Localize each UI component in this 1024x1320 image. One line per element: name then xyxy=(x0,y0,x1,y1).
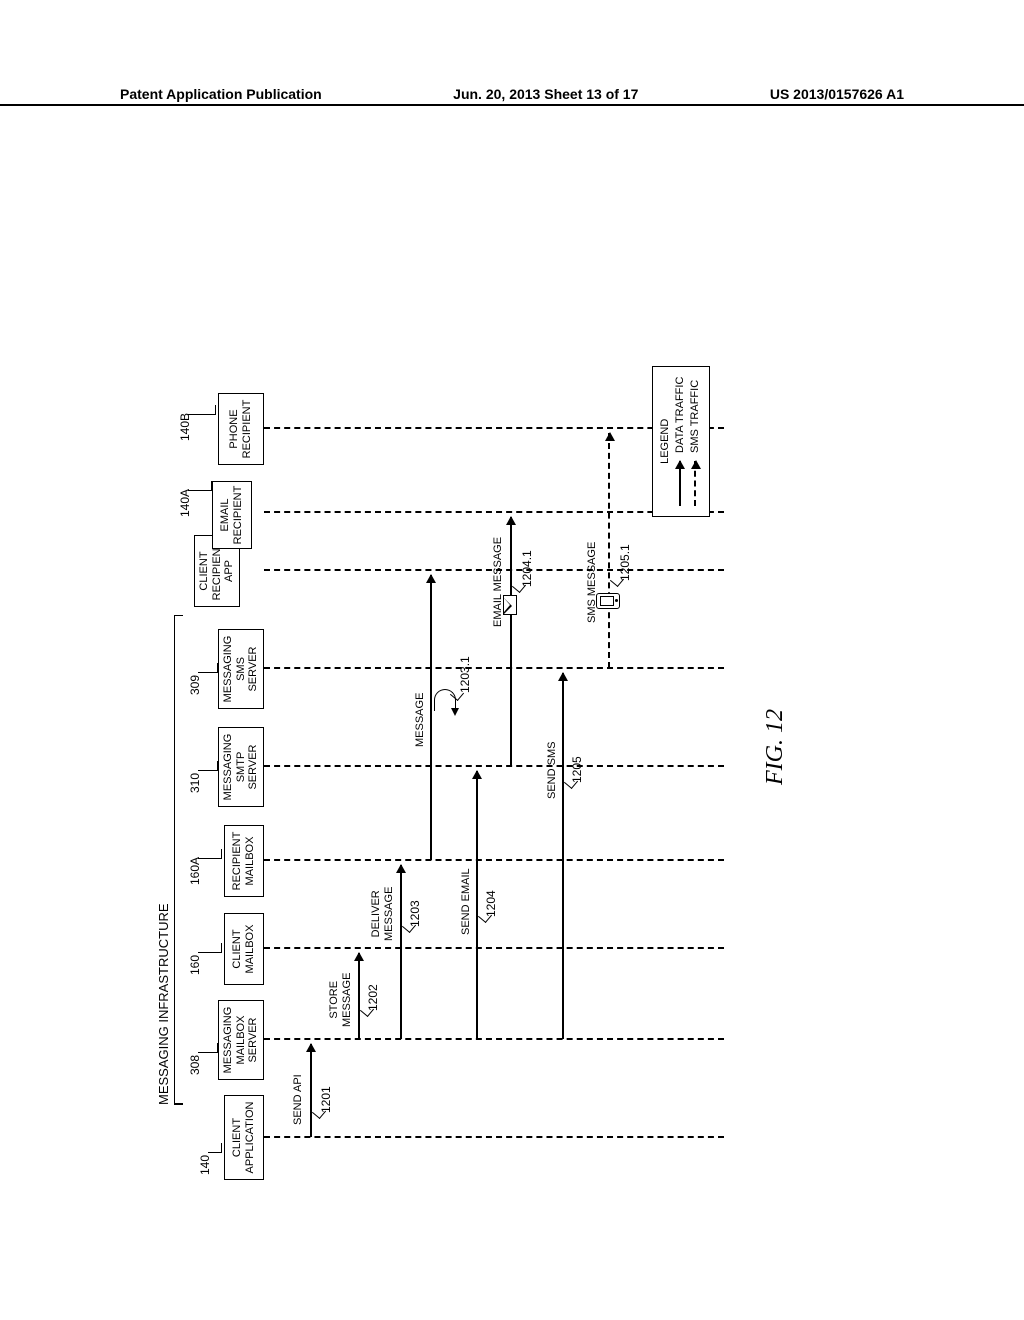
arrow-1205 xyxy=(562,673,564,1039)
arrow-1201 xyxy=(310,1044,312,1137)
lifeline-client-app xyxy=(264,1136,724,1138)
actor-phone-recip: PHONERECIPIENT xyxy=(218,393,264,465)
ref-140a: 140A xyxy=(178,489,192,517)
ref-1203-1: 1203.1 xyxy=(458,656,472,693)
msg-sms-message: SMS MESSAGE xyxy=(586,542,599,623)
header-center: Jun. 20, 2013 Sheet 13 of 17 xyxy=(453,86,638,102)
legend-label-sms: SMS TRAFFIC xyxy=(689,380,701,453)
actor-recip-mbox: RECIPIENTMAILBOX xyxy=(224,825,264,897)
group-bracket xyxy=(174,615,184,1105)
ref-160a: 160A xyxy=(188,857,202,885)
actor-email-recip: EMAILRECIPIENT xyxy=(212,481,252,549)
actor-client-mbox: CLIENTMAILBOX xyxy=(224,913,264,985)
msg-send-email: SEND EMAIL xyxy=(460,868,473,935)
sequence-diagram: MESSAGING INFRASTRUCTURE 140 CLIENTAPPLI… xyxy=(152,135,872,1185)
legend-row-data: DATA TRAFFIC xyxy=(674,377,686,506)
legend-label-data: DATA TRAFFIC xyxy=(674,377,686,453)
lifeline-smtp xyxy=(264,765,724,767)
ref-140: 140 xyxy=(198,1155,212,1175)
legend-row-sms: SMS TRAFFIC xyxy=(689,377,701,506)
ref-310: 310 xyxy=(188,773,202,793)
ref-309: 309 xyxy=(188,675,202,695)
ref-140b: 140B xyxy=(178,413,192,441)
actor-client-app: CLIENTAPPLICATION xyxy=(224,1095,264,1180)
lifeline-sms xyxy=(264,667,724,669)
ref-308: 308 xyxy=(188,1055,202,1075)
legend-title: LEGEND xyxy=(659,377,671,506)
legend-arrow-solid xyxy=(679,461,681,506)
lifeline-recip-mbox xyxy=(264,859,724,861)
legend-arrow-dashed xyxy=(694,461,696,506)
legend: LEGEND DATA TRAFFIC SMS TRAFFIC xyxy=(652,366,710,517)
actor-smtp-server: MESSAGINGSMTPSERVER xyxy=(218,727,264,807)
msg-deliver: DELIVERMESSAGE xyxy=(370,887,395,941)
figure-label: FIG. 12 xyxy=(762,709,789,785)
msg-store: STOREMESSAGE xyxy=(328,973,353,1027)
header-left: Patent Application Publication xyxy=(120,86,322,102)
arrow-recip-to-app xyxy=(430,575,432,860)
ref-160: 160 xyxy=(188,955,202,975)
actor-mbox-server: MESSAGINGMAILBOXSERVER xyxy=(218,1000,264,1080)
arrow-1205-1 xyxy=(608,433,610,668)
arrow-1204 xyxy=(476,771,478,1039)
arrow-1202 xyxy=(358,953,360,1039)
msg-send-sms: SEND SMS xyxy=(546,742,559,799)
lifeline-client-mbox xyxy=(264,947,724,949)
envelope-icon xyxy=(503,595,517,615)
phone-icon xyxy=(596,593,620,609)
msg-send-api: SEND API xyxy=(292,1074,305,1125)
actor-sms-server: MESSAGINGSMSSERVER xyxy=(218,629,264,709)
header-right: US 2013/0157626 A1 xyxy=(770,86,904,102)
group-label: MESSAGING INFRASTRUCTURE xyxy=(156,903,171,1105)
page-header: Patent Application Publication Jun. 20, … xyxy=(0,86,1024,102)
lifeline-mbox-server xyxy=(264,1038,724,1040)
arrow-1203 xyxy=(400,865,402,1039)
msg-message: MESSAGE xyxy=(414,693,427,747)
arrow-1204-1 xyxy=(510,517,512,766)
